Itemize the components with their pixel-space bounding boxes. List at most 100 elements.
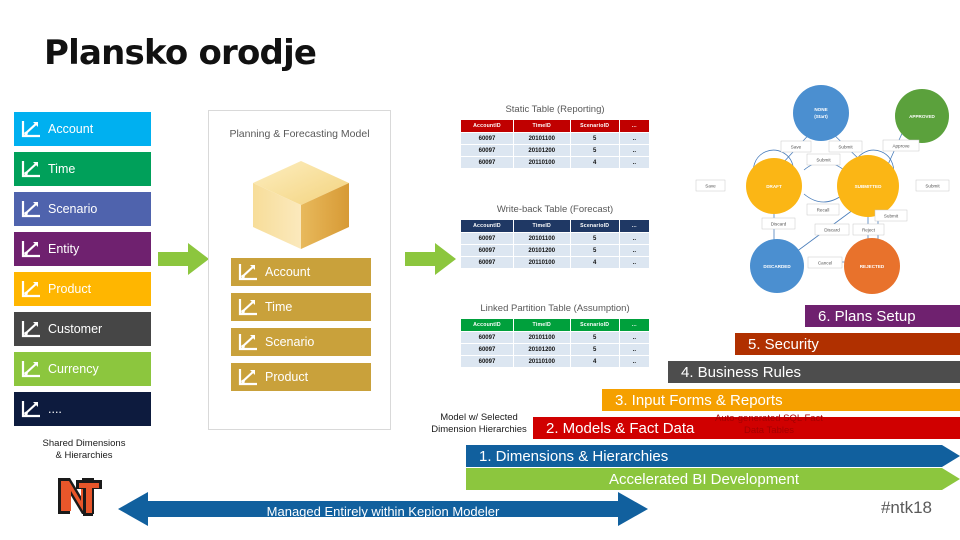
cell-scenarioid: 4 — [569, 156, 620, 169]
approval-workflow-diagram: NONE (Start) APPROVED DRAFT SUBMITTED DI… — [686, 84, 960, 304]
dimension-chip-label: .... — [48, 402, 62, 416]
svg-text:DRAFT: DRAFT — [766, 184, 782, 189]
svg-text:Submit: Submit — [884, 214, 899, 219]
cell-accountid: 60097 — [460, 156, 514, 169]
banner-label: 2. Models & Fact Data — [546, 419, 695, 437]
svg-text:NONE: NONE — [814, 107, 827, 112]
model-chip-product[interactable]: Product — [231, 363, 371, 391]
dimension-chip-time[interactable]: Time — [14, 152, 151, 186]
slide-canvas: Plansko orodje Account Time Scenario Ent… — [0, 0, 960, 540]
hierarchy-icon — [20, 318, 42, 340]
linked-partition-table: AccountID TimeID ScenarioID ... 60097 20… — [460, 318, 651, 368]
svg-text:Cancel: Cancel — [818, 261, 832, 266]
flow-arrow-1-icon — [158, 242, 210, 276]
dimension-chip-account[interactable]: Account — [14, 112, 151, 146]
table-row: 60097 20110100 4 .. — [460, 355, 651, 368]
banner-label: 1. Dimensions & Hierarchies — [479, 447, 669, 465]
cell-more: .. — [618, 156, 651, 169]
dimension-chip-label: Product — [48, 282, 92, 296]
column-header-accountid: AccountID — [460, 318, 514, 332]
svg-text:APPROVED: APPROVED — [909, 114, 935, 119]
table-row: 60097 20101200 5 .. — [460, 343, 651, 356]
model-chip-label: Product — [265, 370, 309, 384]
column-header-scenarioid: ScenarioID — [569, 119, 620, 133]
table-row: 60097 20110100 4 .. — [460, 256, 651, 269]
column-header-more: ... — [618, 219, 651, 233]
dimension-chip-product[interactable]: Product — [14, 272, 151, 306]
cell-accountid: 60097 — [460, 343, 514, 356]
event-hashtag: #ntk18 — [880, 498, 932, 517]
banner-business-rules[interactable]: 4. Business Rules — [668, 361, 960, 383]
dimension-chip-label: Account — [48, 122, 94, 136]
dimension-chip-currency[interactable]: Currency — [14, 352, 151, 386]
banner-dimensions-hierarchies[interactable]: 1. Dimensions & Hierarchies — [466, 445, 960, 467]
svg-text:Discard: Discard — [824, 228, 840, 233]
hierarchy-icon — [237, 261, 259, 283]
cell-scenarioid: 4 — [569, 355, 620, 368]
static-table-caption: Static Table (Reporting) — [505, 104, 605, 115]
shared-dimensions-caption: Shared Dimensions & Hierarchies — [42, 438, 126, 461]
shared-dimensions-list: Account Time Scenario Entity Product Cus… — [14, 112, 151, 432]
model-panel-title: Planning & Forecasting Model — [229, 128, 370, 140]
static-table-block: Static Table (Reporting) AccountID TimeI… — [460, 104, 651, 169]
writeback-table: AccountID TimeID ScenarioID ... 60097 20… — [460, 219, 651, 269]
model-chip-account[interactable]: Account — [231, 258, 371, 286]
hierarchy-icon — [20, 238, 42, 260]
dimension-chip-label: Customer — [48, 322, 103, 336]
table-row: 60097 20101100 5 .. — [460, 331, 651, 344]
banner-input-forms-reports[interactable]: 3. Input Forms & Reports — [602, 389, 960, 411]
managed-in-modeler-arrow: Managed Entirely within Kepion Modeler — [118, 488, 648, 535]
banner-label: 5. Security — [748, 335, 819, 353]
column-header-timeid: TimeID — [512, 219, 571, 233]
dimension-chip-customer[interactable]: Customer — [14, 312, 151, 346]
flow-arrow-2-icon — [405, 242, 457, 276]
banner-security[interactable]: 5. Security — [735, 333, 960, 355]
cell-timeid: 20101100 — [512, 132, 571, 145]
svg-text:Recall: Recall — [817, 208, 830, 213]
cell-timeid: 20110100 — [512, 355, 571, 368]
model-chip-scenario[interactable]: Scenario — [231, 328, 371, 356]
cell-timeid: 20101200 — [512, 144, 571, 157]
hierarchy-icon — [20, 158, 42, 180]
static-table: AccountID TimeID ScenarioID ... 60097 20… — [460, 119, 651, 169]
hierarchy-icon — [20, 398, 42, 420]
banner-accelerated-bi[interactable]: Accelerated BI Development — [466, 468, 960, 490]
column-header-timeid: TimeID — [512, 318, 571, 332]
banner-label: 4. Business Rules — [681, 363, 802, 381]
column-header-more: ... — [618, 119, 651, 133]
cell-scenarioid: 5 — [569, 244, 620, 257]
svg-text:Save: Save — [705, 184, 716, 189]
table-header-row: AccountID TimeID ScenarioID ... — [460, 318, 651, 332]
cell-more: .. — [618, 244, 651, 257]
cell-scenarioid: 5 — [569, 144, 620, 157]
writeback-table-caption: Write-back Table (Forecast) — [496, 204, 614, 215]
svg-text:Submit: Submit — [838, 145, 853, 150]
hierarchy-icon — [20, 358, 42, 380]
cell-timeid: 20101100 — [512, 331, 571, 344]
cell-more: .. — [618, 343, 651, 356]
dimension-chip-more[interactable]: .... — [14, 392, 151, 426]
table-header-row: AccountID TimeID ScenarioID ... — [460, 119, 651, 133]
cell-timeid: 20101200 — [512, 343, 571, 356]
dimension-chip-label: Entity — [48, 242, 80, 256]
hierarchy-icon — [237, 331, 259, 353]
dimension-chip-scenario[interactable]: Scenario — [14, 192, 151, 226]
model-chip-time[interactable]: Time — [231, 293, 371, 321]
linked-partition-table-caption: Linked Partition Table (Assumption) — [480, 303, 630, 314]
column-header-accountid: AccountID — [460, 219, 514, 233]
cell-accountid: 60097 — [460, 244, 514, 257]
column-header-more: ... — [618, 318, 651, 332]
writeback-table-block: Write-back Table (Forecast) AccountID Ti… — [460, 204, 651, 269]
linked-partition-table-block: Linked Partition Table (Assumption) Acco… — [460, 303, 651, 368]
page-title: Plansko orodje — [44, 33, 317, 73]
hierarchy-icon — [237, 296, 259, 318]
column-header-scenarioid: ScenarioID — [569, 318, 620, 332]
model-chip-label: Time — [265, 300, 293, 314]
cell-accountid: 60097 — [460, 232, 514, 245]
cell-accountid: 60097 — [460, 331, 514, 344]
dimension-chip-entity[interactable]: Entity — [14, 232, 151, 266]
cell-accountid: 60097 — [460, 144, 514, 157]
cell-more: .. — [618, 144, 651, 157]
banner-plans-setup[interactable]: 6. Plans Setup — [805, 305, 960, 327]
table-header-row: AccountID TimeID ScenarioID ... — [460, 219, 651, 233]
